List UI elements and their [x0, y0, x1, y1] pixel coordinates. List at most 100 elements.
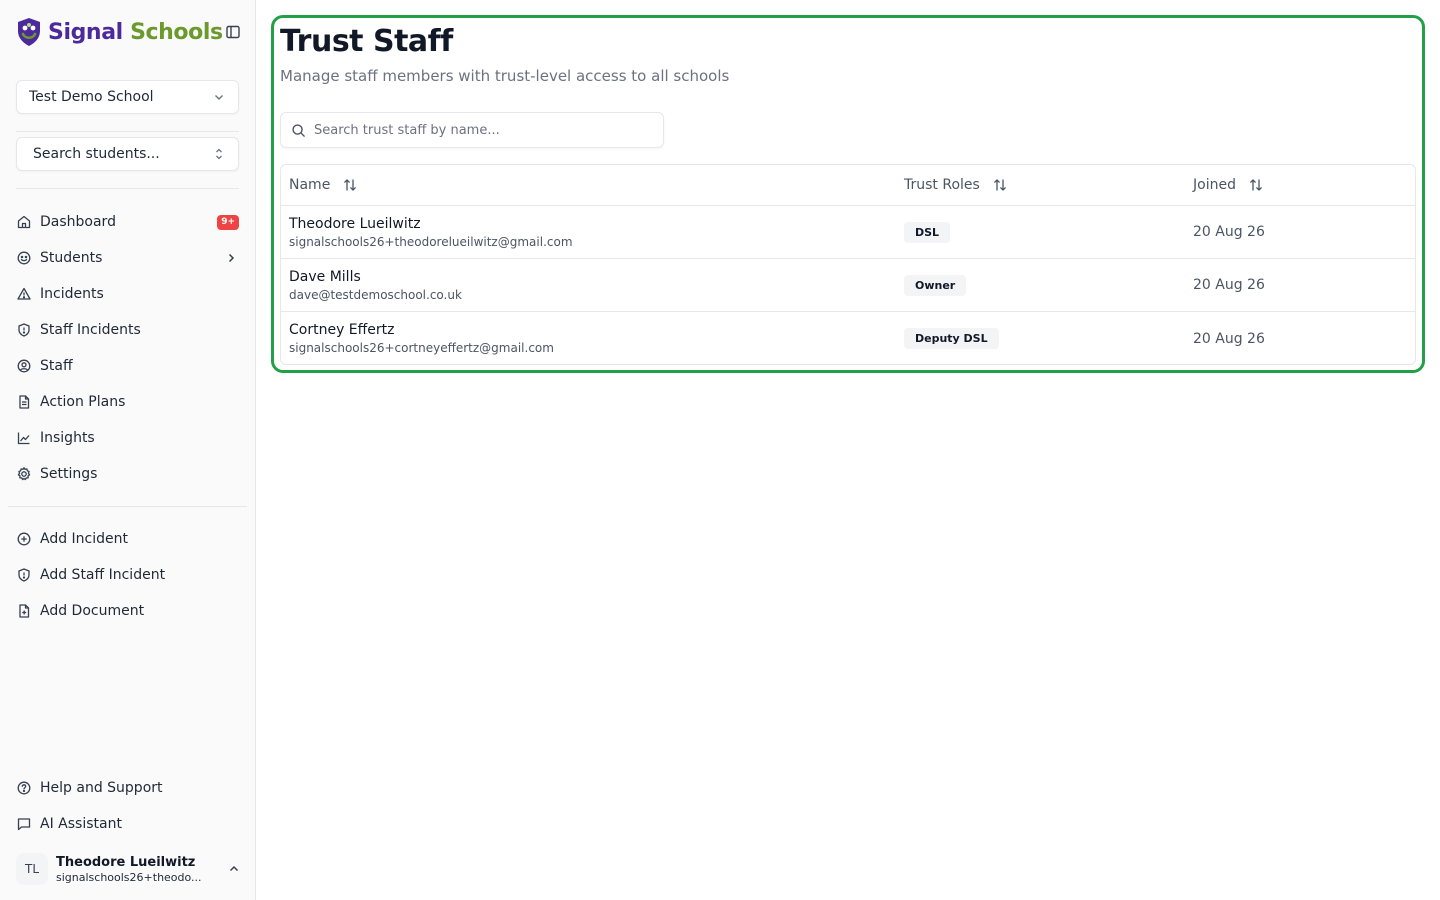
sidebar-divider	[8, 506, 247, 507]
action-label: Add Staff Incident	[40, 567, 166, 583]
school-select[interactable]: Test Demo School	[16, 80, 239, 114]
role-badge: Owner	[904, 274, 967, 296]
brand-name-part2: Schools	[130, 19, 223, 45]
staff-name-cell: Dave Mills dave@testdemoschool.co.uk	[289, 259, 462, 311]
table-row[interactable]: Dave Mills dave@testdemoschool.co.uk Own…	[281, 259, 1415, 312]
sidebar-item-staff-incidents[interactable]: Staff Incidents	[16, 316, 239, 344]
avatar: TL	[16, 853, 48, 885]
user-circle-icon	[17, 359, 31, 373]
student-search-label: Search students...	[33, 146, 160, 162]
staff-email: signalschools26+cortneyeffertz@gmail.com	[289, 341, 554, 355]
sidebar-item-label: Staff	[40, 358, 73, 374]
joined-date: 20 Aug 26	[1193, 330, 1265, 347]
column-header-label: Trust Roles	[904, 177, 980, 193]
staff-joined-cell: 20 Aug 26	[1193, 312, 1265, 364]
column-header-joined[interactable]: Joined	[1193, 165, 1264, 205]
brand-logo[interactable]: Signal Schools	[16, 16, 223, 48]
footer-label: Help and Support	[40, 780, 163, 796]
staff-joined-cell: 20 Aug 26	[1193, 259, 1265, 311]
gear-icon	[17, 467, 31, 481]
sidebar-item-label: Incidents	[40, 286, 104, 302]
staff-name: Dave Mills	[289, 268, 361, 285]
sidebar-item-students[interactable]: Students	[16, 244, 239, 272]
help-circle-icon	[17, 781, 31, 795]
sidebar-item-incidents[interactable]: Incidents	[16, 280, 239, 308]
table-header-row: Name Trust Roles Joined	[281, 165, 1415, 206]
sidebar-item-label: Staff Incidents	[40, 322, 141, 338]
staff-role-cell: Deputy DSL	[904, 312, 999, 364]
trust-staff-search[interactable]	[280, 112, 664, 148]
action-label: Add Document	[40, 603, 145, 619]
school-select-value: Test Demo School	[29, 89, 154, 105]
user-info: Theodore Lueilwitz signalschools26+theod…	[56, 855, 219, 884]
role-badge: Deputy DSL	[904, 328, 999, 349]
staff-joined-cell: 20 Aug 26	[1193, 206, 1265, 258]
chevrons-up-down-icon	[216, 148, 222, 160]
alert-triangle-icon	[17, 287, 31, 300]
search-icon	[292, 123, 305, 137]
sidebar-item-label: Insights	[40, 430, 95, 446]
staff-name: Theodore Lueilwitz	[289, 215, 421, 232]
user-account-menu[interactable]: TL Theodore Lueilwitz signalschools26+th…	[16, 850, 241, 888]
shield-logo-icon	[18, 18, 40, 46]
staff-role-cell: DSL	[904, 206, 951, 258]
sidebar-item-staff[interactable]: Staff	[16, 352, 239, 380]
column-header-label: Joined	[1193, 177, 1236, 193]
sidebar-item-label: Students	[40, 250, 103, 266]
ai-assistant-link[interactable]: AI Assistant	[16, 810, 239, 838]
staff-name-cell: Cortney Effertz signalschools26+cortneye…	[289, 312, 554, 364]
chevron-down-icon	[215, 95, 223, 100]
shield-alert-icon	[18, 323, 30, 337]
help-support-link[interactable]: Help and Support	[16, 774, 239, 802]
student-search-combobox[interactable]: Search students...	[16, 137, 239, 171]
sidebar-divider	[16, 188, 239, 189]
table-row[interactable]: Cortney Effertz signalschools26+cortneye…	[281, 312, 1415, 364]
file-plus-icon	[19, 604, 30, 618]
column-header-label: Name	[289, 177, 331, 193]
page-subtitle: Manage staff members with trust-level ac…	[280, 67, 730, 85]
user-email: signalschools26+theodo...	[56, 870, 202, 884]
action-label: Add Incident	[40, 531, 129, 547]
sidebar-item-dashboard[interactable]: Dashboard 9+	[16, 208, 239, 236]
chevron-up-icon	[229, 865, 239, 872]
sidebar-item-settings[interactable]: Settings	[16, 460, 239, 488]
staff-name: Cortney Effertz	[289, 322, 395, 338]
staff-email: dave@testdemoschool.co.uk	[289, 287, 462, 302]
panel-left-icon	[226, 25, 240, 39]
brand-name: Signal Schools	[48, 20, 223, 45]
brand-name-part1: Signal	[48, 19, 123, 45]
footer-label: AI Assistant	[40, 816, 122, 832]
sidebar-item-label: Dashboard	[40, 214, 116, 230]
sort-icon	[993, 179, 1006, 191]
add-staff-incident-button[interactable]: Add Staff Incident	[16, 561, 239, 589]
sidebar-divider	[16, 131, 239, 132]
search-input[interactable]	[314, 122, 663, 138]
add-incident-button[interactable]: Add Incident	[16, 525, 239, 553]
sidebar: Signal Schools Test Demo School Search s…	[0, 0, 256, 900]
notification-badge: 9+	[217, 214, 239, 230]
shield-alert-icon	[18, 568, 30, 582]
staff-email: signalschools26+theodorelueilwitz@gmail.…	[289, 234, 573, 249]
page-title: Trust Staff	[280, 24, 453, 59]
sidebar-toggle-button[interactable]	[224, 23, 242, 41]
sidebar-item-label: Settings	[40, 466, 98, 482]
trust-staff-table: Name Trust Roles Joined Theodore Lueilwi…	[280, 164, 1416, 365]
line-chart-icon	[17, 432, 30, 445]
staff-name-cell: Theodore Lueilwitz signalschools26+theod…	[289, 206, 573, 258]
role-badge: DSL	[904, 221, 951, 243]
column-header-trust-roles[interactable]: Trust Roles	[904, 165, 1008, 205]
user-name: Theodore Lueilwitz	[56, 854, 196, 870]
message-square-icon	[17, 818, 31, 831]
column-header-name[interactable]: Name	[289, 165, 358, 205]
add-document-button[interactable]: Add Document	[16, 597, 239, 625]
staff-role-cell: Owner	[904, 259, 967, 311]
chevron-right-icon	[228, 253, 235, 263]
joined-date: 20 Aug 26	[1193, 277, 1265, 293]
joined-date: 20 Aug 26	[1193, 224, 1265, 240]
table-row[interactable]: Theodore Lueilwitz signalschools26+theod…	[281, 206, 1415, 259]
home-icon	[17, 215, 31, 229]
sort-icon	[344, 179, 357, 191]
sidebar-item-insights[interactable]: Insights	[16, 424, 239, 452]
sidebar-item-action-plans[interactable]: Action Plans	[16, 388, 239, 416]
sidebar-item-label: Action Plans	[40, 394, 126, 410]
